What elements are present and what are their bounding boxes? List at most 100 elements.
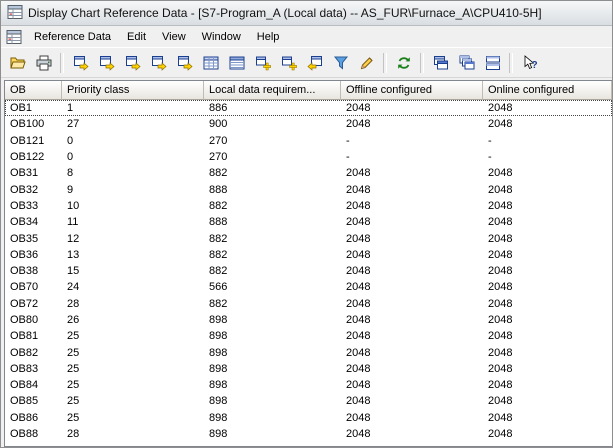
table-row-ob31[interactable]: OB31888220482048: [5, 165, 612, 181]
new-window-icon[interactable]: [428, 51, 453, 75]
table-row-ob82[interactable]: OB822589820482048: [5, 344, 612, 360]
table-cell: 2048: [483, 298, 612, 310]
table-cell: 2048: [483, 102, 612, 114]
table-body: OB1188620482048OB1002790020482048OB12102…: [5, 100, 612, 446]
tile-windows-icon[interactable]: [480, 51, 505, 75]
table-row-ob38[interactable]: OB381588220482048: [5, 263, 612, 279]
table-cell: 882: [204, 167, 341, 179]
column-header-priority-class[interactable]: Priority class: [62, 81, 204, 100]
table-cell: 25: [62, 395, 204, 407]
column-header-offline-configured[interactable]: Offline configured: [341, 81, 483, 100]
table-cell: 25: [62, 363, 204, 375]
addresses-without-symbol-view-icon[interactable]: [172, 51, 197, 75]
table-cell: OB86: [5, 412, 62, 424]
table-cell: 2048: [483, 200, 612, 212]
table-row-ob70[interactable]: OB702456620482048: [5, 279, 612, 295]
details-view-icon[interactable]: [224, 51, 249, 75]
print-icon[interactable]: [31, 51, 56, 75]
filter-icon[interactable]: [328, 51, 353, 75]
table-cell: OB72: [5, 298, 62, 310]
refresh-icon[interactable]: [391, 51, 416, 75]
table-cell: -: [483, 151, 612, 163]
table-row-ob36[interactable]: OB361388220482048: [5, 247, 612, 263]
goto-location-icon: [307, 55, 323, 71]
table-row-ob35[interactable]: OB351288220482048: [5, 230, 612, 246]
table-cell: 2048: [341, 363, 483, 375]
assignment-view-icon: [73, 55, 89, 71]
help-icon[interactable]: ?: [517, 51, 542, 75]
table-cell: 2048: [341, 347, 483, 359]
table-row-ob33[interactable]: OB331088220482048: [5, 198, 612, 214]
assignment-view-icon[interactable]: [68, 51, 93, 75]
table-cell: 1: [62, 102, 204, 114]
block-calls-view-icon[interactable]: [94, 51, 119, 75]
column-header-online-configured[interactable]: Online configured: [483, 81, 612, 100]
table-cell: OB84: [5, 379, 62, 391]
table-row-ob85[interactable]: OB852589820482048: [5, 393, 612, 409]
table-cell: OB34: [5, 216, 62, 228]
table-cell: 26: [62, 314, 204, 326]
table-row-ob81[interactable]: OB812589820482048: [5, 328, 612, 344]
refresh-icon: [396, 55, 412, 71]
edit-filter-icon[interactable]: [354, 51, 379, 75]
table-row-ob86[interactable]: OB862589820482048: [5, 410, 612, 426]
table-cell: 888: [204, 184, 341, 196]
table-row-ob32[interactable]: OB32988820482048: [5, 181, 612, 197]
goto-next-usage-icon[interactable]: [276, 51, 301, 75]
table-row-ob100[interactable]: OB1002790020482048: [5, 116, 612, 132]
toolbar-separator: [509, 53, 513, 73]
table-cell: 898: [204, 379, 341, 391]
table-cell: 2048: [483, 428, 612, 440]
table-cell: 900: [204, 118, 341, 130]
table-cell: 882: [204, 200, 341, 212]
table-cell: OB100: [5, 118, 62, 130]
table-row-ob72[interactable]: OB722888220482048: [5, 296, 612, 312]
table-view-icon: [203, 55, 219, 71]
table-row-ob80[interactable]: OB802689820482048: [5, 312, 612, 328]
table-cell: 8: [62, 167, 204, 179]
table-row-ob83[interactable]: OB832589820482048: [5, 361, 612, 377]
table-cell: OB31: [5, 167, 62, 179]
table-row-ob84[interactable]: OB842589820482048: [5, 377, 612, 393]
menu-item-help[interactable]: Help: [249, 28, 288, 46]
table-row-ob34[interactable]: OB341188820482048: [5, 214, 612, 230]
table-cell: 2048: [483, 281, 612, 293]
menu-item-reference-data[interactable]: Reference Data: [26, 28, 119, 46]
table-cell: 2048: [341, 330, 483, 342]
table-row-ob122[interactable]: OB1220270--: [5, 149, 612, 165]
print-icon: [36, 55, 52, 71]
mdi-child-icon[interactable]: [6, 29, 22, 45]
menu-item-view[interactable]: View: [154, 28, 194, 46]
goto-first-usage-icon[interactable]: [250, 51, 275, 75]
column-header-ob[interactable]: OB: [5, 81, 62, 100]
toolbar-separator: [420, 53, 424, 73]
column-header-local-data-requirem[interactable]: Local data requirem...: [204, 81, 341, 100]
table-row-ob88[interactable]: OB882889820482048: [5, 426, 612, 442]
table-cell: 0: [62, 151, 204, 163]
menu-item-window[interactable]: Window: [194, 28, 249, 46]
table-row-ob121[interactable]: OB1210270--: [5, 133, 612, 149]
window-title: Display Chart Reference Data - [S7-Progr…: [28, 6, 542, 20]
table-cell: 2048: [483, 363, 612, 375]
goto-location-icon[interactable]: [302, 51, 327, 75]
table-cell: 9: [62, 184, 204, 196]
table-cell: 888: [204, 216, 341, 228]
title-bar: Display Chart Reference Data - [S7-Progr…: [1, 1, 612, 26]
table-row-ob1[interactable]: OB1188620482048: [5, 100, 612, 116]
table-cell: OB81: [5, 330, 62, 342]
table-cell: 2048: [341, 395, 483, 407]
menu-item-edit[interactable]: Edit: [119, 28, 154, 46]
cascade-windows-icon[interactable]: [454, 51, 479, 75]
table-cell: 2048: [341, 314, 483, 326]
table-cell: 898: [204, 314, 341, 326]
table-cell: OB38: [5, 265, 62, 277]
table-cell: 2048: [483, 314, 612, 326]
table-cell: 2048: [483, 412, 612, 424]
open-icon[interactable]: [5, 51, 30, 75]
table-cell: 270: [204, 151, 341, 163]
program-structure-view-icon[interactable]: [120, 51, 145, 75]
unused-symbols-view-icon[interactable]: [146, 51, 171, 75]
table-cell: -: [483, 135, 612, 147]
table-view-icon[interactable]: [198, 51, 223, 75]
goto-first-usage-icon: [255, 55, 271, 71]
